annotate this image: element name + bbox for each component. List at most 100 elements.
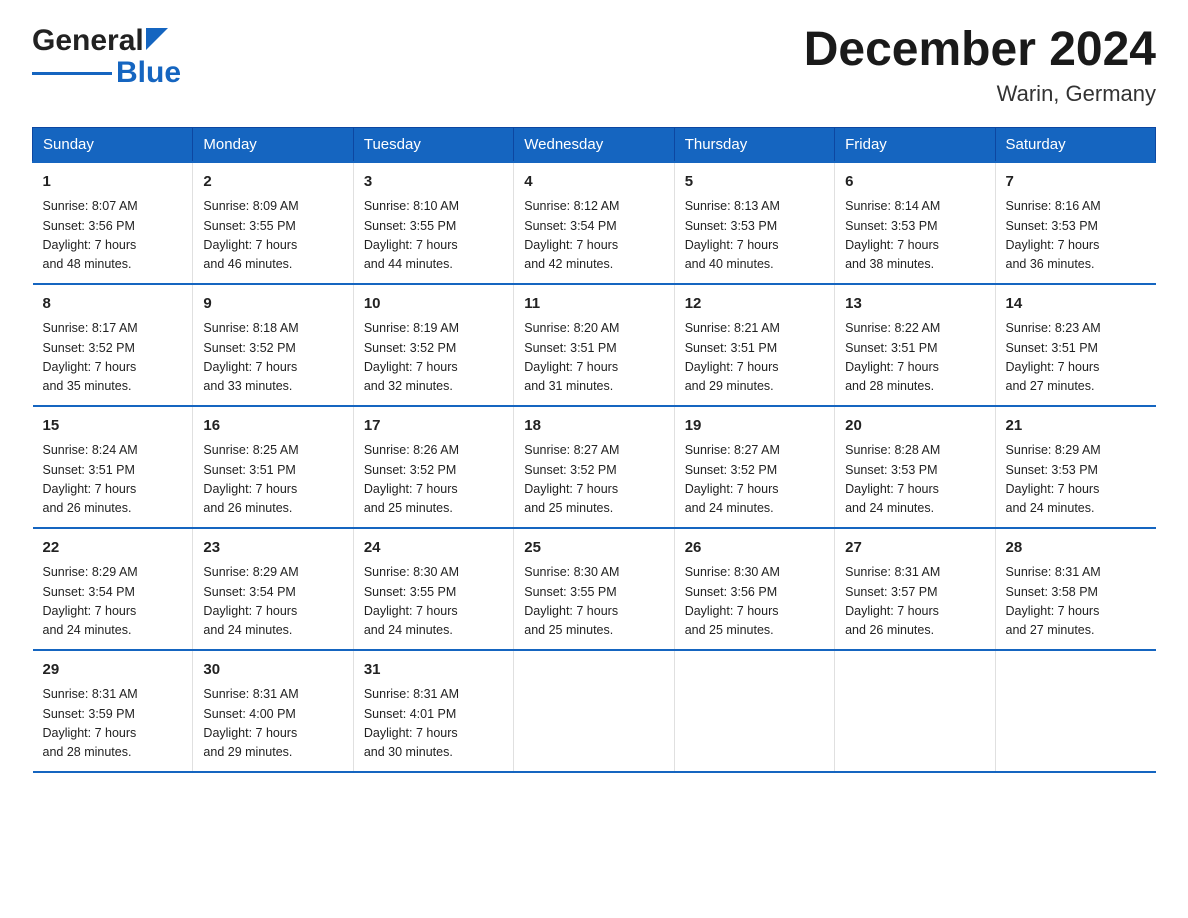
day-info: Sunrise: 8:31 AMSunset: 3:59 PMDaylight:… [43,685,183,763]
calendar-table: Sunday Monday Tuesday Wednesday Thursday… [32,127,1156,773]
day-info: Sunrise: 8:30 AMSunset: 3:56 PMDaylight:… [685,563,824,641]
day-number: 20 [845,415,984,438]
col-sunday: Sunday [33,127,193,162]
day-number: 22 [43,537,183,560]
day-number: 4 [524,171,663,194]
calendar-cell: 21 Sunrise: 8:29 AMSunset: 3:53 PMDayligh… [995,406,1155,528]
day-number: 19 [685,415,824,438]
calendar-cell: 3 Sunrise: 8:10 AMSunset: 3:55 PMDaylight… [353,162,513,284]
calendar-cell: 6 Sunrise: 8:14 AMSunset: 3:53 PMDaylight… [835,162,995,284]
day-number: 12 [685,293,824,316]
calendar-cell: 9 Sunrise: 8:18 AMSunset: 3:52 PMDaylight… [193,284,353,406]
day-info: Sunrise: 8:18 AMSunset: 3:52 PMDaylight:… [203,319,342,397]
header-row: Sunday Monday Tuesday Wednesday Thursday… [33,127,1156,162]
col-friday: Friday [835,127,995,162]
logo: General Blue [32,24,181,90]
day-number: 30 [203,659,342,682]
day-number: 7 [1006,171,1146,194]
day-number: 8 [43,293,183,316]
day-number: 15 [43,415,183,438]
calendar-cell: 2Sunrise: 8:09 AMSunset: 3:55 PMDaylight… [193,162,353,284]
calendar-cell: 10 Sunrise: 8:19 AMSunset: 3:52 PMDayligh… [353,284,513,406]
day-info: Sunrise: 8:12 AMSunset: 3:54 PMDaylight:… [524,197,663,275]
calendar-cell [995,650,1155,772]
calendar-cell: 17Sunrise: 8:26 AMSunset: 3:52 PMDayligh… [353,406,513,528]
day-info: Sunrise: 8:25 AMSunset: 3:51 PMDaylight:… [203,441,342,519]
day-info: Sunrise: 8:19 AMSunset: 3:52 PMDaylight:… [364,319,503,397]
day-info: Sunrise: 8:16 AMSunset: 3:53 PMDaylight:… [1006,197,1146,275]
calendar-cell: 13Sunrise: 8:22 AMSunset: 3:51 PMDayligh… [835,284,995,406]
day-info: Sunrise: 8:28 AMSunset: 3:53 PMDaylight:… [845,441,984,519]
day-number: 27 [845,537,984,560]
calendar-cell: 27 Sunrise: 8:31 AMSunset: 3:57 PMDayligh… [835,528,995,650]
calendar-cell: 7 Sunrise: 8:16 AMSunset: 3:53 PMDaylight… [995,162,1155,284]
calendar-cell [514,650,674,772]
logo-general: General [32,24,144,58]
page-title: December 2024 [804,24,1156,77]
calendar-cell: 30 Sunrise: 8:31 AMSunset: 4:00 PMDayligh… [193,650,353,772]
day-number: 29 [43,659,183,682]
day-info: Sunrise: 8:21 AMSunset: 3:51 PMDaylight:… [685,319,824,397]
day-info: Sunrise: 8:31 AMSunset: 4:01 PMDaylight:… [364,685,503,763]
day-info: Sunrise: 8:29 AMSunset: 3:54 PMDaylight:… [203,563,342,641]
day-number: 24 [364,537,503,560]
calendar-cell: 8Sunrise: 8:17 AMSunset: 3:52 PMDaylight… [33,284,193,406]
day-number: 5 [685,171,824,194]
day-info: Sunrise: 8:31 AMSunset: 3:58 PMDaylight:… [1006,563,1146,641]
day-number: 16 [203,415,342,438]
title-area: December 2024 Warin, Germany [804,24,1156,107]
day-info: Sunrise: 8:23 AMSunset: 3:51 PMDaylight:… [1006,319,1146,397]
page-header: General Blue December 2024 Warin, German… [32,24,1156,107]
day-info: Sunrise: 8:10 AMSunset: 3:55 PMDaylight:… [364,197,503,275]
calendar-cell: 20 Sunrise: 8:28 AMSunset: 3:53 PMDayligh… [835,406,995,528]
day-info: Sunrise: 8:31 AMSunset: 3:57 PMDaylight:… [845,563,984,641]
col-saturday: Saturday [995,127,1155,162]
calendar-cell: 24 Sunrise: 8:30 AMSunset: 3:55 PMDayligh… [353,528,513,650]
calendar-cell: 25Sunrise: 8:30 AMSunset: 3:55 PMDayligh… [514,528,674,650]
day-number: 18 [524,415,663,438]
day-number: 17 [364,415,503,438]
day-number: 28 [1006,537,1146,560]
calendar-week-1: 1 Sunrise: 8:07 AMSunset: 3:56 PMDaylight… [33,162,1156,284]
logo-blue: Blue [116,56,181,90]
calendar-cell: 12 Sunrise: 8:21 AMSunset: 3:51 PMDayligh… [674,284,834,406]
day-number: 11 [524,293,663,316]
day-number: 1 [43,171,183,194]
day-number: 31 [364,659,503,682]
day-number: 3 [364,171,503,194]
calendar-cell: 11Sunrise: 8:20 AMSunset: 3:51 PMDayligh… [514,284,674,406]
day-info: Sunrise: 8:30 AMSunset: 3:55 PMDaylight:… [364,563,503,641]
calendar-cell: 1 Sunrise: 8:07 AMSunset: 3:56 PMDaylight… [33,162,193,284]
calendar-cell: 22Sunrise: 8:29 AMSunset: 3:54 PMDayligh… [33,528,193,650]
day-number: 10 [364,293,503,316]
day-number: 23 [203,537,342,560]
day-number: 21 [1006,415,1146,438]
day-info: Sunrise: 8:27 AMSunset: 3:52 PMDaylight:… [685,441,824,519]
day-info: Sunrise: 8:07 AMSunset: 3:56 PMDaylight:… [43,197,183,275]
day-info: Sunrise: 8:27 AMSunset: 3:52 PMDaylight:… [524,441,663,519]
page-subtitle: Warin, Germany [804,81,1156,107]
calendar-cell: 15Sunrise: 8:24 AMSunset: 3:51 PMDayligh… [33,406,193,528]
col-tuesday: Tuesday [353,127,513,162]
calendar-cell: 26Sunrise: 8:30 AMSunset: 3:56 PMDayligh… [674,528,834,650]
day-number: 6 [845,171,984,194]
col-thursday: Thursday [674,127,834,162]
day-number: 9 [203,293,342,316]
calendar-cell: 18 Sunrise: 8:27 AMSunset: 3:52 PMDayligh… [514,406,674,528]
day-info: Sunrise: 8:31 AMSunset: 4:00 PMDaylight:… [203,685,342,763]
calendar-cell: 19 Sunrise: 8:27 AMSunset: 3:52 PMDayligh… [674,406,834,528]
calendar-cell: 31 Sunrise: 8:31 AMSunset: 4:01 PMDayligh… [353,650,513,772]
calendar-cell: 5Sunrise: 8:13 AMSunset: 3:53 PMDaylight… [674,162,834,284]
day-number: 14 [1006,293,1146,316]
calendar-header: Sunday Monday Tuesday Wednesday Thursday… [33,127,1156,162]
col-wednesday: Wednesday [514,127,674,162]
day-info: Sunrise: 8:09 AMSunset: 3:55 PMDaylight:… [203,197,342,275]
calendar-cell: 4 Sunrise: 8:12 AMSunset: 3:54 PMDaylight… [514,162,674,284]
logo-triangle-icon [146,28,168,50]
day-info: Sunrise: 8:29 AMSunset: 3:53 PMDaylight:… [1006,441,1146,519]
col-monday: Monday [193,127,353,162]
day-info: Sunrise: 8:14 AMSunset: 3:53 PMDaylight:… [845,197,984,275]
calendar-cell: 16 Sunrise: 8:25 AMSunset: 3:51 PMDayligh… [193,406,353,528]
calendar-cell: 23 Sunrise: 8:29 AMSunset: 3:54 PMDayligh… [193,528,353,650]
calendar-cell [835,650,995,772]
